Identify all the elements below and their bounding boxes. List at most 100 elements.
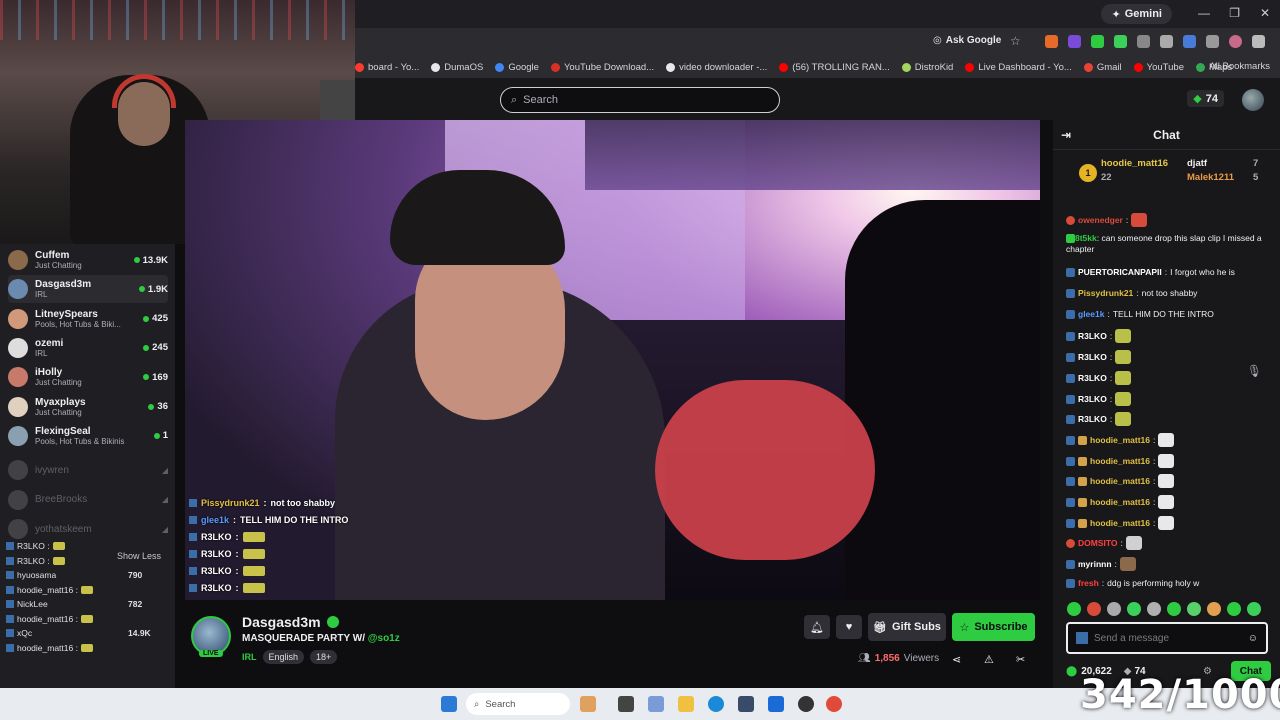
bookmark-item[interactable]: Live Dashboard - Yo... xyxy=(965,62,1072,73)
bookmark-star-icon[interactable]: ☆ xyxy=(1010,34,1021,48)
chat-username[interactable]: hoodie_matt16 xyxy=(1090,497,1150,508)
chat-username[interactable]: R3LKO xyxy=(1078,414,1107,425)
bookmark-item[interactable]: Google xyxy=(495,62,539,73)
quick-emote-icon[interactable] xyxy=(1227,602,1241,616)
sidebar-channel-myaxplays[interactable]: Myaxplays Just Chatting 36 xyxy=(8,393,168,421)
tag-18plus[interactable]: 18+ xyxy=(310,650,338,664)
category-link[interactable]: IRL xyxy=(242,652,257,662)
sidebar-channel-offline[interactable]: BreeBrooks ◢ xyxy=(8,486,168,514)
sidebar-channel-offline[interactable]: yothatskeem ◢ xyxy=(8,515,168,543)
emote-picker-icon[interactable]: ☺ xyxy=(1248,633,1258,644)
download-icon[interactable] xyxy=(1183,35,1196,48)
sidebar-channel-ozemi[interactable]: ozemi IRL 245 xyxy=(8,334,168,362)
chat-input-box[interactable]: ☺ xyxy=(1066,622,1268,654)
badge-icon[interactable] xyxy=(1076,632,1088,644)
outlook-icon[interactable] xyxy=(768,696,784,712)
chat-message-input[interactable] xyxy=(1094,632,1242,644)
widget-icon[interactable] xyxy=(580,696,596,712)
chat-username[interactable]: hoodie_matt16 xyxy=(1090,435,1150,446)
close-icon[interactable]: ✕ xyxy=(1260,6,1270,20)
chat-username[interactable]: fresh xyxy=(1078,578,1099,589)
taskbar-search[interactable]: ⌕ Search xyxy=(466,693,570,715)
quick-emote-icon[interactable] xyxy=(1247,602,1261,616)
sidebar-channel-iholly[interactable]: iHolly Just Chatting 169 xyxy=(8,363,168,391)
extension-icon[interactable] xyxy=(1045,35,1058,48)
show-less-button[interactable]: Show Less xyxy=(117,551,161,561)
sidebar-channel-litneyspears[interactable]: LitneySpears Pools, Hot Tubs & Biki... 425 xyxy=(8,305,168,333)
bookmark-item[interactable]: YouTube xyxy=(1133,62,1184,73)
chat-username[interactable]: myrinnn xyxy=(1078,559,1112,570)
edge-icon[interactable] xyxy=(708,696,724,712)
store-icon[interactable] xyxy=(738,696,754,712)
subscribe-button[interactable]: ☆ Subscribe xyxy=(952,613,1035,641)
streamer-name[interactable]: Dasgasd3m xyxy=(242,614,339,630)
bookmark-item[interactable]: DistroKid xyxy=(901,62,953,73)
channel-points-icon[interactable]: ⬤ xyxy=(1066,666,1077,677)
chat-username[interactable]: R3LKO xyxy=(1078,352,1107,363)
chat-username[interactable]: hoodie_matt16 xyxy=(1090,518,1150,529)
chat-username[interactable]: 8t5kk xyxy=(1075,233,1097,243)
obs-icon[interactable] xyxy=(798,696,814,712)
leaderboard-third-name[interactable]: Malek1211 xyxy=(1187,172,1234,183)
share-icon[interactable]: ⋖ xyxy=(952,653,961,666)
quick-emote-icon[interactable] xyxy=(1187,602,1201,616)
extension-icon[interactable] xyxy=(1091,35,1104,48)
chat-username[interactable]: hoodie_matt16 xyxy=(1090,476,1150,487)
task-view-icon[interactable] xyxy=(618,696,634,712)
quick-emote-icon[interactable] xyxy=(1167,602,1181,616)
chat-username[interactable]: R3LKO xyxy=(1078,373,1107,384)
video-player[interactable]: Pissydrunk21: not too shabby glee1k: TELL H… xyxy=(185,120,1040,600)
chat-username[interactable]: R3LKO xyxy=(1078,394,1107,405)
collapse-chat-icon[interactable]: ⇥ xyxy=(1061,128,1071,142)
sidebar-channel-offline[interactable]: ivywren ◢ xyxy=(8,456,168,484)
ask-google-button[interactable]: ◎ Ask Google xyxy=(933,35,1001,46)
quick-emote-icon[interactable] xyxy=(1147,602,1161,616)
kebab-menu-icon[interactable] xyxy=(1252,35,1265,48)
clip-icon[interactable]: ✂ xyxy=(1016,653,1025,666)
cast-icon[interactable] xyxy=(1160,35,1173,48)
restore-icon[interactable]: ❐ xyxy=(1229,6,1240,20)
stream-title-mention[interactable]: @so1z xyxy=(368,633,400,644)
chat-username[interactable]: hoodie_matt16 xyxy=(1090,456,1150,467)
quick-emote-icon[interactable] xyxy=(1067,602,1081,616)
chat-username[interactable]: glee1k xyxy=(1078,309,1104,320)
report-icon[interactable]: ⚠ xyxy=(984,653,994,666)
chat-username[interactable]: owenedger xyxy=(1078,215,1123,226)
sidebar-channel-dasgasd3m[interactable]: Dasgasd3m IRL 1.9K xyxy=(8,275,168,304)
extension-icon[interactable] xyxy=(1114,35,1127,48)
user-avatar[interactable] xyxy=(1242,89,1264,111)
profile-avatar-icon[interactable] xyxy=(1229,35,1242,48)
puzzle-icon[interactable] xyxy=(1137,35,1150,48)
follow-heart-button[interactable]: ♥ xyxy=(836,615,862,639)
bookmark-item[interactable]: YouTube Download... xyxy=(550,62,654,73)
quick-emote-icon[interactable] xyxy=(1087,602,1101,616)
tag-english[interactable]: English xyxy=(262,650,305,664)
chrome-icon[interactable] xyxy=(826,696,842,712)
quick-emote-icon[interactable] xyxy=(1207,602,1221,616)
copilot-icon[interactable] xyxy=(648,696,664,712)
all-bookmarks-button[interactable]: All Bookmarks xyxy=(1209,61,1270,72)
gemini-button[interactable]: ✦ Gemini xyxy=(1101,4,1172,24)
gift-subs-button[interactable]: 🎁︎ Gift Subs xyxy=(868,613,946,641)
sidebar-channel-flexingseal[interactable]: FlexingSeal Pools, Hot Tubs & Bikinis 1 xyxy=(8,422,168,450)
minimize-icon[interactable]: — xyxy=(1198,6,1210,20)
bits-balance[interactable]: ◆ 74 xyxy=(1187,90,1224,107)
windows-start-icon[interactable] xyxy=(441,696,457,712)
quick-emote-icon[interactable] xyxy=(1127,602,1141,616)
chat-username[interactable]: DOMSITO xyxy=(1078,538,1118,549)
twitch-search-input[interactable]: ⌕ Search xyxy=(500,87,780,113)
bookmark-item[interactable]: board - Yo... xyxy=(355,62,419,73)
sidebar-channel-cuffem[interactable]: Cuffem Just Chatting 13.9K xyxy=(8,246,168,274)
sidebar-icon[interactable] xyxy=(1206,35,1219,48)
chat-username[interactable]: Pissydrunk21 xyxy=(1078,288,1133,299)
bookmark-item[interactable]: DumaOS xyxy=(431,62,483,73)
bookmark-item[interactable]: (56) TROLLING RAN... xyxy=(779,62,890,73)
notification-bell-button[interactable]: 🔔︎ xyxy=(804,615,830,639)
file-explorer-icon[interactable] xyxy=(678,696,694,712)
leaderboard-first-name[interactable]: hoodie_matt16 xyxy=(1101,158,1168,169)
chat-username[interactable]: PUERTORICANPAPII xyxy=(1078,267,1162,278)
chat-username[interactable]: R3LKO xyxy=(1078,331,1107,342)
bookmark-item[interactable]: Gmail xyxy=(1083,62,1122,73)
leaderboard-second-name[interactable]: djatf xyxy=(1187,158,1207,169)
extension-icon[interactable] xyxy=(1068,35,1081,48)
